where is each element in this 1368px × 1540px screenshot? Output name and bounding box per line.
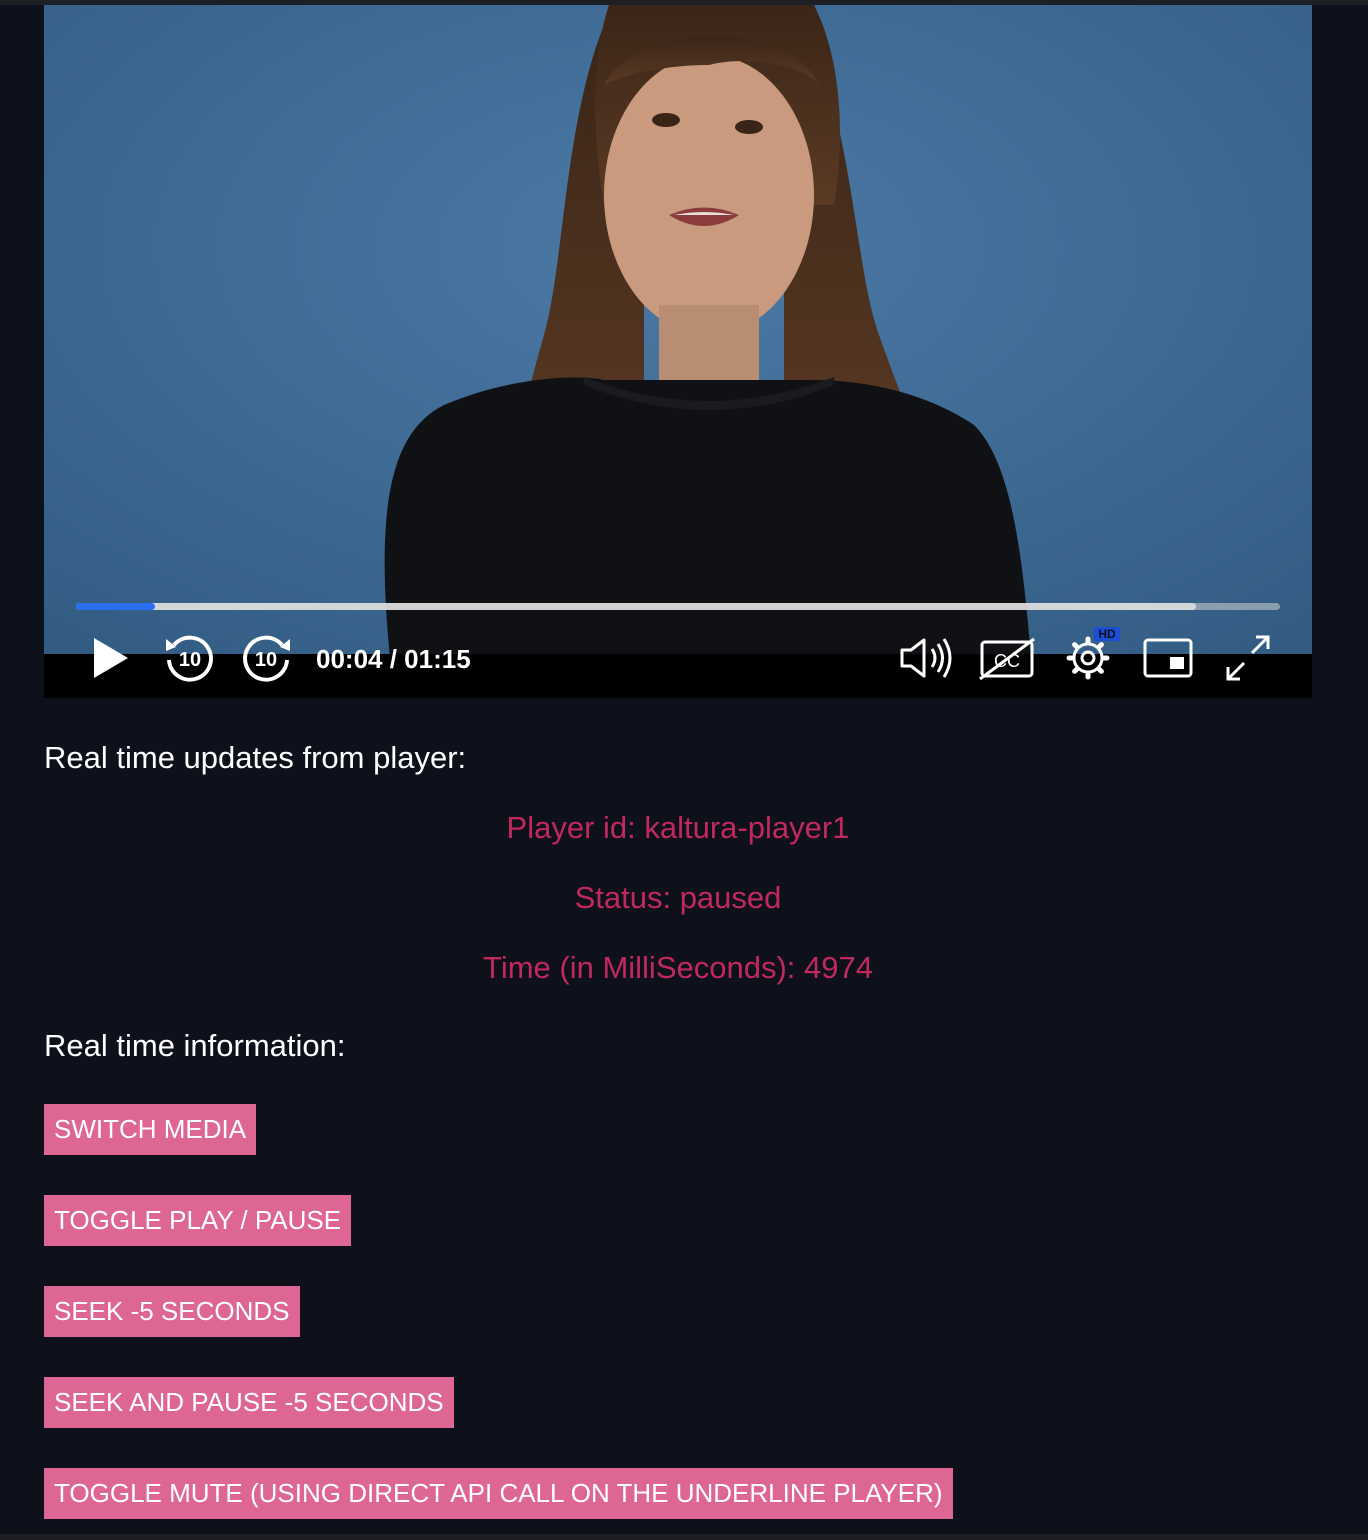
play-button[interactable] (88, 635, 132, 681)
switch-media-button[interactable]: SWITCH MEDIA (44, 1104, 257, 1155)
seek-back-5-button[interactable]: SEEK -5 SECONDS (44, 1286, 300, 1337)
settings-icon: HD (1066, 627, 1120, 680)
video-player[interactable]: 10 10 00:04 / 01:15 CC HD (44, 5, 1312, 698)
settings-button[interactable]: HD (1060, 623, 1122, 681)
volume-button[interactable] (898, 635, 956, 681)
forward-10-button[interactable]: 10 (242, 633, 294, 683)
hd-badge: HD (1098, 627, 1116, 641)
player-status-text: Status: paused (574, 880, 782, 915)
player-id-text: Player id: kaltura-player1 (506, 810, 850, 845)
seek-and-pause-back-5-button[interactable]: SEEK AND PAUSE -5 SECONDS (44, 1377, 454, 1428)
player-time-text: Time (in MilliSeconds): 4974 (483, 950, 873, 985)
picture-in-picture-button[interactable] (1140, 635, 1196, 681)
rewind-10-button[interactable]: 10 (162, 633, 214, 683)
volume-icon (900, 638, 952, 678)
toggle-play-pause-button[interactable]: TOGGLE PLAY / PAUSE (44, 1195, 352, 1246)
fullscreen-button[interactable] (1222, 633, 1274, 683)
seek-bar[interactable] (76, 603, 1280, 610)
video-frame[interactable] (44, 5, 1312, 698)
toggle-mute-button[interactable]: TOGGLE MUTE (USING DIRECT API CALL ON TH… (44, 1468, 953, 1519)
updates-heading: Real time updates from player: (44, 740, 467, 775)
rewind-10-label: 10 (179, 649, 201, 671)
info-heading: Real time information: (44, 1028, 346, 1063)
rewind-10-icon: 10 (166, 635, 213, 682)
picture-in-picture-icon (1143, 638, 1193, 678)
forward-10-icon: 10 (243, 635, 290, 682)
forward-10-label: 10 (255, 649, 277, 671)
play-icon (94, 638, 128, 678)
fullscreen-icon (1226, 635, 1270, 681)
bottom-rule (0, 1534, 1368, 1540)
seek-bar-buffered (76, 603, 1196, 610)
time-display: 00:04 / 01:15 (316, 644, 471, 674)
seek-bar-progress (76, 603, 156, 610)
captions-button[interactable]: CC (978, 635, 1036, 681)
captions-off-icon: CC (979, 637, 1035, 681)
